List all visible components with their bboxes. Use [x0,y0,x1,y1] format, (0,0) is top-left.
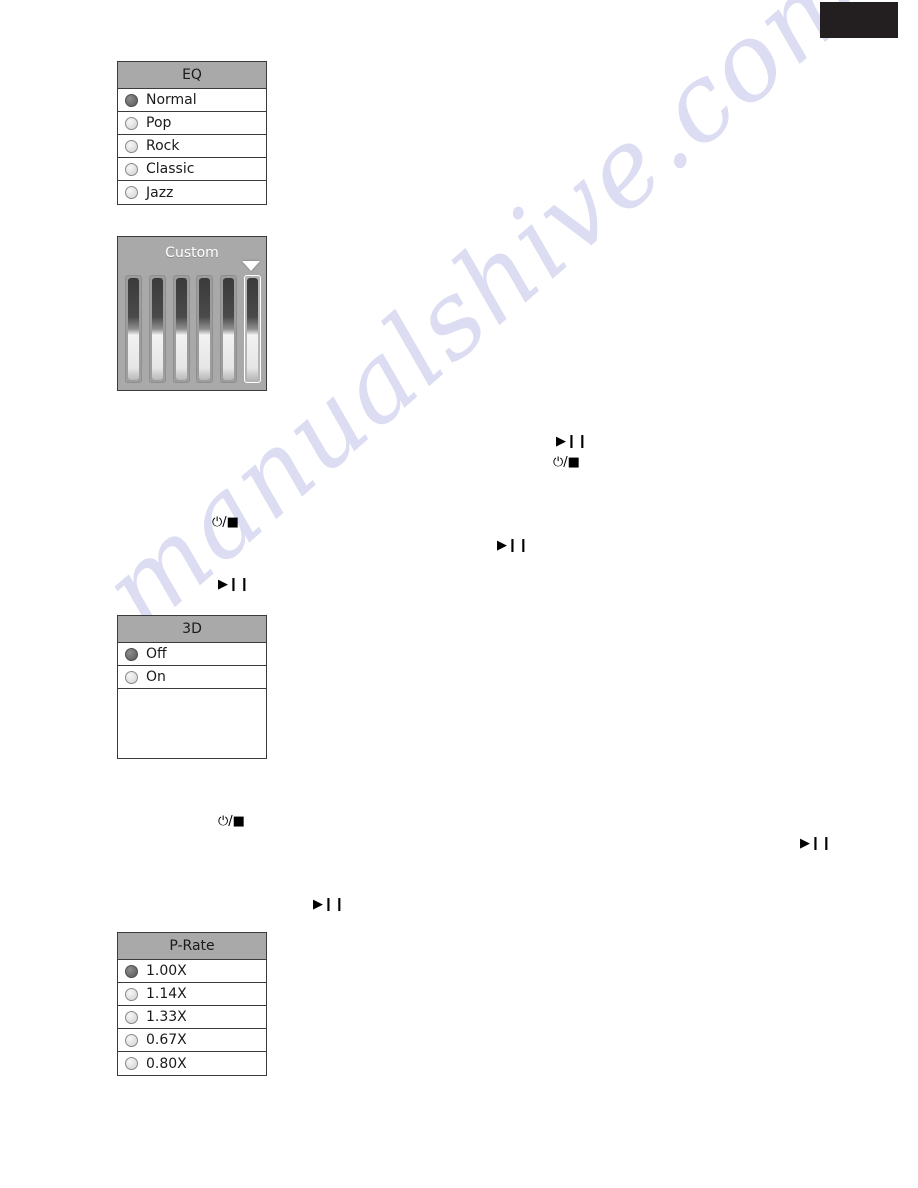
eq-option-classic[interactable]: Classic [118,158,266,181]
radio-icon[interactable] [125,670,138,684]
radio-icon[interactable] [125,964,138,978]
power-stop-icon: ⏻/■ [553,455,580,470]
p-rate-option-label: 0.67X [146,1032,187,1048]
radio-icon[interactable] [125,987,138,1001]
radio-icon[interactable] [125,1010,138,1024]
eq-option-label: Classic [146,161,195,177]
eq-band-track [199,278,211,380]
p-rate-panel-title: P-Rate [118,933,266,960]
eq-band-slider-4[interactable] [196,275,214,383]
custom-eq-sliders [125,275,261,383]
eq-band-slider-2[interactable] [148,275,166,383]
radio-icon[interactable] [125,162,138,176]
radio-icon[interactable] [125,116,138,130]
custom-eq-panel: Custom [117,236,267,391]
three-d-option-label: Off [146,646,167,662]
p-rate-option-5[interactable]: 0.80X [118,1052,266,1075]
three-d-panel-title: 3D [118,616,266,643]
eq-band-track [151,278,163,380]
p-rate-option-label: 1.00X [146,963,187,979]
eq-option-label: Rock [146,138,180,154]
p-rate-panel: P-Rate 1.00X 1.14X 1.33X 0.67X 0.80X [117,932,267,1076]
eq-band-slider-6[interactable] [243,275,261,383]
radio-icon[interactable] [125,139,138,153]
eq-option-rock[interactable]: Rock [118,135,266,158]
selected-band-marker-icon [242,261,260,271]
eq-option-pop[interactable]: Pop [118,112,266,135]
play-pause-icon: ▶❙❙ [556,434,588,449]
p-rate-option-label: 0.80X [146,1055,187,1072]
eq-band-track [175,278,187,380]
radio-icon[interactable] [125,647,138,661]
eq-option-label: Jazz [146,184,174,201]
three-d-option-label: On [146,669,166,685]
play-pause-icon: ▶❙❙ [218,577,250,592]
play-pause-icon: ▶❙❙ [800,836,832,851]
play-pause-icon: ▶❙❙ [497,538,529,553]
eq-panel-title: EQ [118,62,266,89]
three-d-option-off[interactable]: Off [118,643,266,666]
power-stop-icon: ⏻/■ [212,515,239,530]
eq-option-normal[interactable]: Normal [118,89,266,112]
radio-icon[interactable] [125,186,138,199]
eq-band-slider-5[interactable] [220,275,238,383]
radio-icon[interactable] [125,1057,138,1070]
eq-band-slider-1[interactable] [125,275,142,383]
custom-eq-title: Custom [165,245,219,261]
eq-panel: EQ Normal Pop Rock Classic Jazz [117,61,267,205]
eq-band-track [223,278,235,380]
top-right-black-block [820,2,898,38]
p-rate-option-label: 1.33X [146,1009,187,1025]
eq-band-track [246,278,258,380]
p-rate-option-label: 1.14X [146,986,187,1002]
eq-band-track [128,278,139,380]
eq-option-jazz[interactable]: Jazz [118,181,266,204]
p-rate-option-2[interactable]: 1.14X [118,983,266,1006]
eq-option-label: Normal [146,92,197,108]
eq-option-label: Pop [146,115,172,131]
three-d-panel-empty-area [118,689,266,758]
play-pause-icon: ▶❙❙ [313,897,345,912]
radio-icon[interactable] [125,1033,138,1047]
p-rate-option-1[interactable]: 1.00X [118,960,266,983]
power-stop-icon: ⏻/■ [218,814,245,829]
three-d-panel: 3D Off On [117,615,267,759]
p-rate-option-3[interactable]: 1.33X [118,1006,266,1029]
eq-band-slider-3[interactable] [172,275,190,383]
three-d-option-on[interactable]: On [118,666,266,689]
p-rate-option-4[interactable]: 0.67X [118,1029,266,1052]
radio-icon[interactable] [125,93,138,107]
